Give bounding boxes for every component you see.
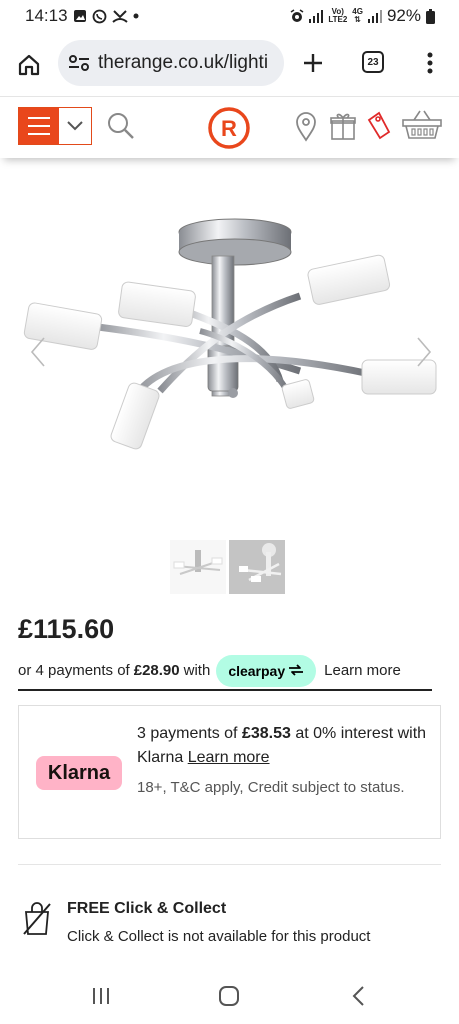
basket-icon[interactable] — [402, 107, 442, 141]
klarna-amount: £38.53 — [241, 725, 291, 742]
menu-button[interactable] — [18, 107, 92, 145]
search-icon[interactable] — [106, 111, 136, 141]
recents-icon[interactable] — [88, 984, 114, 1008]
whatsapp-icon — [92, 9, 107, 24]
more-vert-icon[interactable] — [418, 48, 442, 78]
klarna-offer: 3 payments of £38.53 at 0% interest with… — [137, 722, 427, 770]
klarna-terms: 18+, T&C apply, Credit subject to status… — [137, 779, 405, 796]
volte-label: Vo) LTE2 — [328, 7, 348, 24]
klarna-box: Klarna 3 payments of £38.53 at 0% intere… — [18, 705, 441, 839]
clearpay-badge[interactable]: clearpay — [216, 654, 317, 687]
browser-toolbar: therange.co.uk/lighti 23 — [0, 38, 459, 90]
url-text: therange.co.uk/lighti — [98, 52, 269, 73]
click-collect-message: Click & Collect is not available for thi… — [67, 928, 371, 945]
thumbnail-2[interactable] — [229, 540, 285, 594]
logo-letter: R — [221, 116, 237, 141]
status-time: 14:13 — [25, 6, 68, 25]
site-settings-icon[interactable] — [66, 52, 92, 74]
store-locator-icon[interactable] — [293, 111, 319, 143]
signal-2-icon — [367, 9, 382, 23]
site-header: R — [0, 96, 459, 158]
data-arrows-icon: ⇅ — [354, 15, 361, 24]
network-gen-label: 4G ⇅ — [352, 7, 363, 24]
status-bar: 14:13 Vo) LTE2 4G ⇅ 92% — [0, 0, 459, 32]
status-left: 14:13 — [25, 6, 139, 26]
status-right: Vo) LTE2 4G ⇅ 92% — [290, 6, 435, 26]
home-icon[interactable] — [14, 50, 44, 80]
click-collect-unavailable-icon — [22, 900, 52, 936]
missed-call-icon — [111, 9, 128, 24]
click-collect-title: FREE Click & Collect — [67, 900, 227, 917]
thumbnail-1[interactable] — [170, 540, 226, 594]
clearpay-learn-more-link[interactable]: Learn more — [324, 662, 401, 679]
chevron-right-icon[interactable] — [414, 336, 434, 368]
click-collect-info: FREE Click & Collect Click & Collect is … — [22, 896, 442, 952]
address-bar[interactable]: therange.co.uk/lighti — [58, 40, 284, 86]
clearpay-row: or 4 payments of £28.90 with clearpay Le… — [18, 654, 432, 691]
tag-icon[interactable] — [365, 109, 393, 141]
product-price: £115.60 — [18, 614, 115, 644]
notification-dot-icon — [133, 13, 139, 19]
product-image[interactable] — [0, 196, 459, 516]
divider — [18, 864, 441, 865]
klarna-learn-more-link[interactable]: Learn more — [188, 749, 270, 766]
signal-1-icon — [309, 9, 324, 23]
alarm-icon — [290, 9, 304, 23]
tab-switcher-icon[interactable]: 23 — [362, 51, 384, 73]
battery-icon — [426, 8, 435, 24]
back-icon[interactable] — [345, 984, 371, 1008]
clearpay-amount: £28.90 — [133, 662, 180, 679]
clearpay-suffix: with — [183, 662, 211, 679]
klarna-line-prefix: 3 payments of — [137, 725, 238, 742]
gift-icon[interactable] — [330, 111, 356, 141]
clearpay-prefix: or 4 payments of — [18, 662, 130, 679]
klarna-logo: Klarna — [36, 756, 122, 790]
clearpay-arrows-icon — [288, 663, 304, 679]
nav-home-icon[interactable] — [216, 984, 242, 1008]
gallery-icon — [73, 9, 87, 23]
battery-percent: 92% — [386, 6, 421, 25]
tab-count: 23 — [367, 56, 379, 68]
image-thumbnails — [170, 540, 285, 594]
plus-icon[interactable] — [298, 48, 328, 78]
chevron-left-icon[interactable] — [28, 336, 48, 368]
site-logo[interactable]: R — [207, 106, 251, 150]
clearpay-badge-label: clearpay — [228, 662, 286, 679]
chevron-down-icon[interactable] — [59, 108, 91, 144]
menu-icon[interactable] — [19, 108, 59, 144]
system-nav-bar — [0, 968, 459, 1024]
